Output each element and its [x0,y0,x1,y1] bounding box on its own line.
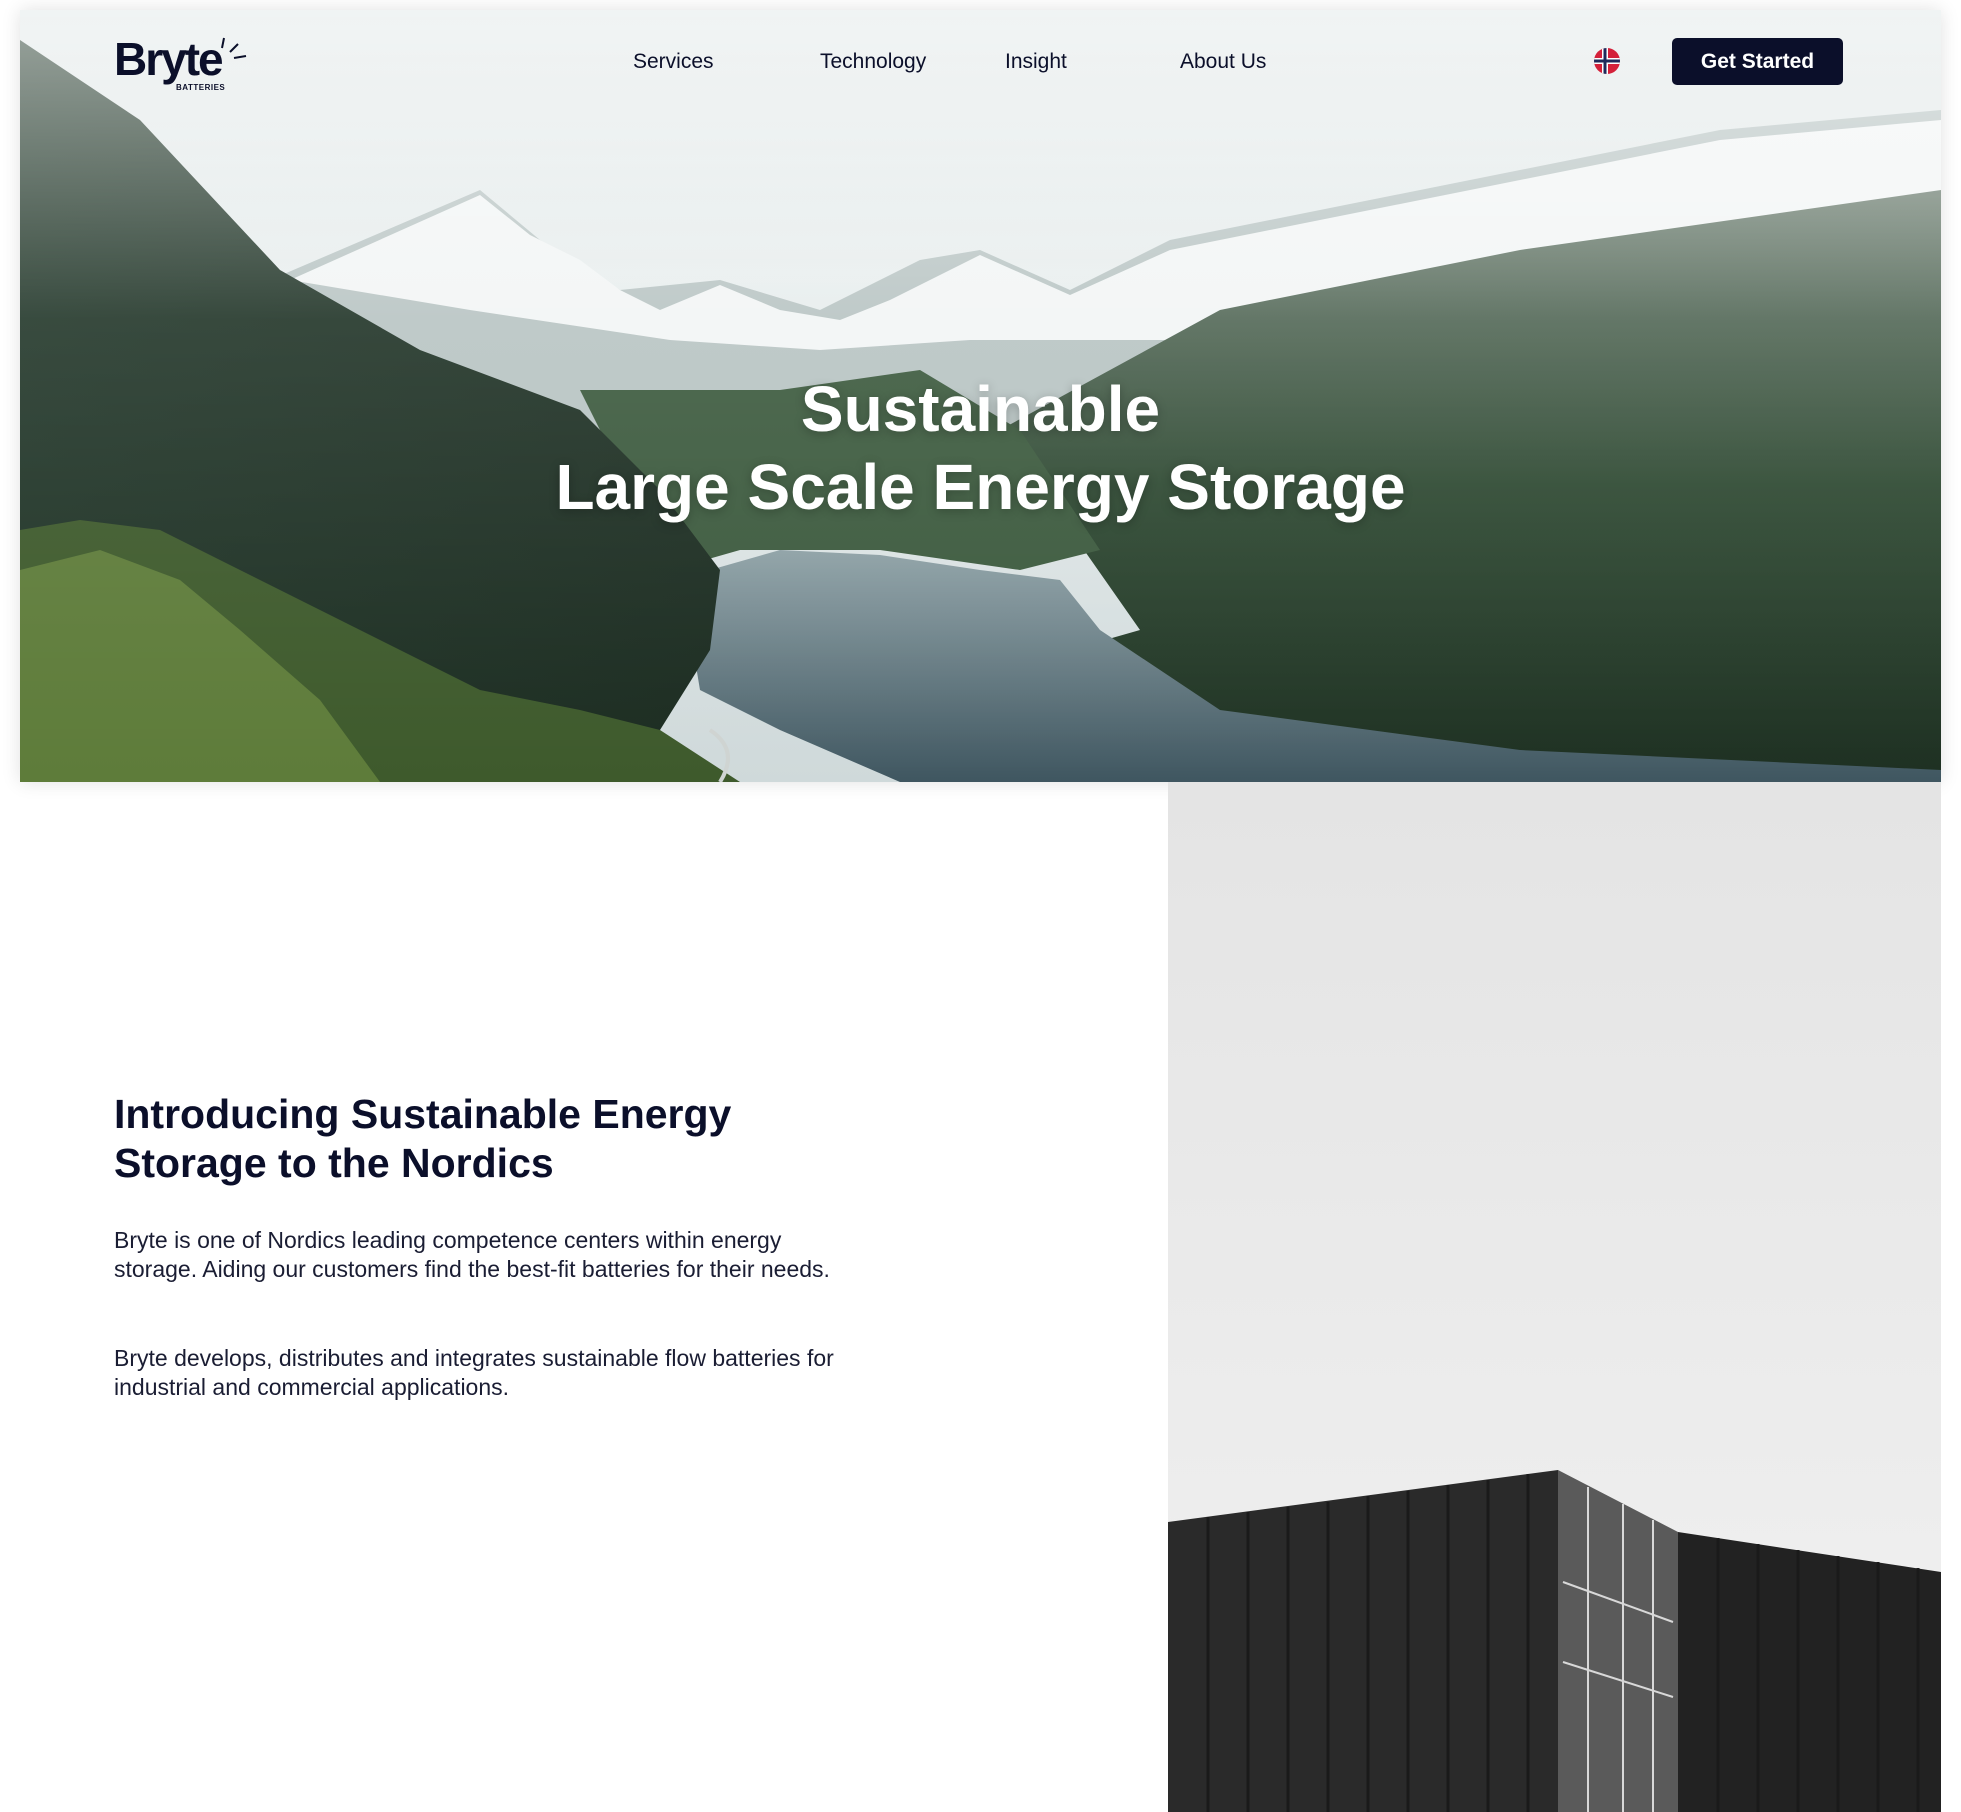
norway-flag-icon[interactable] [1594,48,1620,74]
shipping-container-photo [1168,782,1941,1812]
hero-title: Sustainable Large Scale Energy Storage [20,370,1941,526]
get-started-button[interactable]: Get Started [1672,38,1843,85]
logo-subtitle: BATTERIES [176,83,226,92]
nav-about-us[interactable]: About Us [1180,50,1266,74]
hero-section: Bryte BATTERIES Services Technology Insi… [20,10,1941,782]
intro-paragraph-1: Bryte is one of Nordics leading competen… [114,1227,830,1282]
hero-title-line2: Large Scale Energy Storage [555,451,1406,523]
logo-wordmark: Bryte [114,33,224,85]
top-navigation: Bryte BATTERIES Services Technology Insi… [20,10,1941,114]
nav-insight[interactable]: Insight [1005,50,1067,74]
intro-paragraph-2: Bryte develops, distributes and integrat… [114,1345,834,1400]
bryte-logo[interactable]: Bryte BATTERIES [114,36,254,98]
nav-technology[interactable]: Technology [820,50,926,74]
spark-icon [221,37,247,59]
intro-heading-line1: Introducing Sustainable Energy [114,1091,732,1137]
hero-title-line1: Sustainable [800,373,1161,445]
intro-heading-line2: Storage to the Nordics [114,1140,554,1186]
nav-services[interactable]: Services [633,50,714,74]
intro-heading: Introducing Sustainable Energy Storage t… [114,1090,854,1188]
